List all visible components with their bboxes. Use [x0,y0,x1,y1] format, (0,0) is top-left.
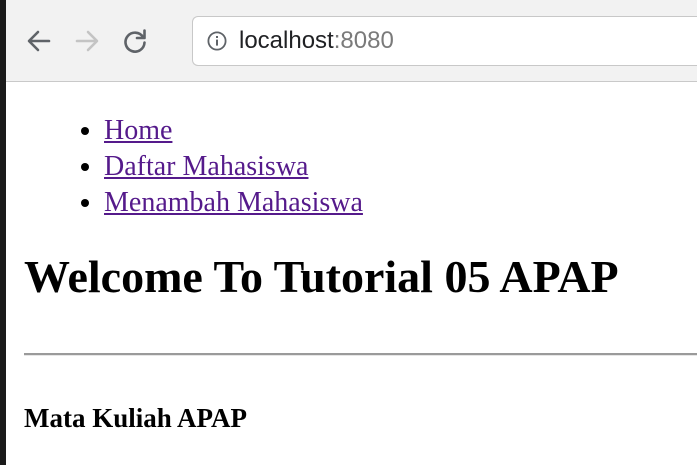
nav-link-home[interactable]: Home [104,115,172,146]
nav-list: Home Daftar Mahasiswa Menambah Mahasiswa [6,113,363,221]
nav-item-home: Home [104,113,363,149]
section-title: Mata Kuliah APAP [24,403,248,433]
page-title: Welcome To Tutorial 05 APAP [24,251,619,302]
address-url[interactable]: localhost:8080 [239,27,394,55]
arrow-left-icon [27,30,51,52]
url-host: localhost [239,27,334,54]
address-bar[interactable]: localhost:8080 [192,16,697,66]
horizontal-rule [24,353,697,356]
nav-item-daftar-mahasiswa: Daftar Mahasiswa [104,149,363,185]
url-port: :8080 [333,27,394,54]
back-button[interactable] [22,22,56,60]
forward-button[interactable] [70,22,104,60]
nav-link-menambah-mahasiswa[interactable]: Menambah Mahasiswa [104,187,363,218]
page-content: Home Daftar Mahasiswa Menambah Mahasiswa… [6,83,697,465]
reload-icon [124,29,146,53]
arrow-right-icon [75,30,99,52]
nav-link-daftar-mahasiswa[interactable]: Daftar Mahasiswa [104,151,308,182]
browser-toolbar: localhost:8080 [6,0,697,82]
info-icon[interactable] [207,31,227,51]
nav-item-menambah-mahasiswa: Menambah Mahasiswa [104,185,363,221]
browser-window: localhost:8080 Home Daftar Mahasiswa Men… [0,0,697,465]
reload-button[interactable] [118,22,152,60]
